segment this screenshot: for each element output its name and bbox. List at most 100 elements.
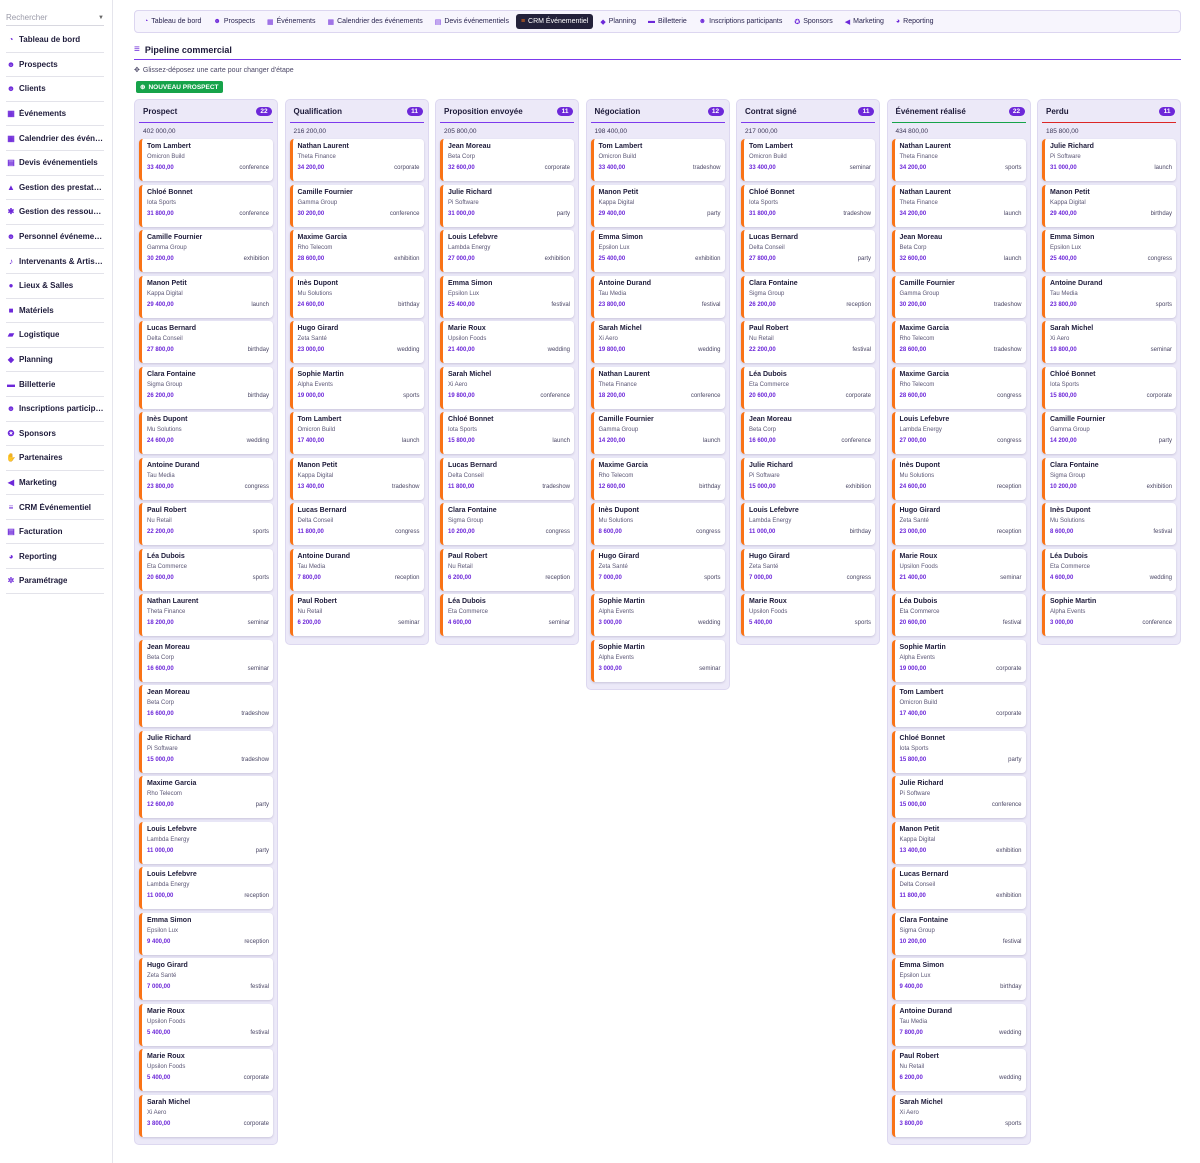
prospect-card[interactable]: Tom Lambert Omicron Build 17 400,00 launch xyxy=(289,412,424,454)
prospect-card[interactable]: Nathan Laurent Theta Finance 18 200,00 semi… xyxy=(139,594,273,636)
prospect-card[interactable]: Marie Roux Upsilon Foods 5 400,00 corporate xyxy=(139,1049,273,1091)
tab-tableau-de-bord[interactable]: ◔ Tableau de bord xyxy=(139,14,206,29)
prospect-card[interactable]: Hugo Girard Zeta Santé 7 000,00 sports xyxy=(590,548,725,591)
prospect-card[interactable]: Paul Robert Nu Retail 22 200,00 sports xyxy=(139,503,273,545)
prospect-card[interactable]: Jean Moreau Beta Corp 16 600,00 seminar xyxy=(139,639,273,682)
sidebar-item-crm-evenementiel[interactable]: ≡ CRM Événementiel xyxy=(6,495,104,520)
sidebar-item-clients[interactable]: ☻ Clients xyxy=(6,77,104,102)
tab-sponsors[interactable]: ✪ Sponsors xyxy=(789,14,837,29)
prospect-card[interactable]: Antoine Durand Tau Media 23 800,00 congress xyxy=(139,457,273,500)
prospect-card[interactable]: Léa Dubois Eta Commerce 20 600,00 festival xyxy=(891,594,1026,636)
prospect-card[interactable]: Clara Fontaine Sigma Group 26 200,00 birthd… xyxy=(139,366,273,409)
sidebar-item-sponsors[interactable]: ✪ Sponsors xyxy=(6,422,104,447)
sidebar-item-facturation[interactable]: ▤ Facturation xyxy=(6,520,104,545)
prospect-card[interactable]: Manon Petit Kappa Digital 29 400,00 birthda… xyxy=(1042,184,1176,227)
prospect-card[interactable]: Clara Fontaine Sigma Group 10 200,00 festiv… xyxy=(891,912,1026,955)
prospect-card[interactable]: Sophie Martin Alpha Events 3 000,00 seminar xyxy=(590,639,725,682)
prospect-card[interactable]: Chloé Bonnet Iota Sports 15 800,00 launch xyxy=(440,412,574,454)
sidebar-item-gestion-des-prestataires[interactable]: ▲ Gestion des prestataires xyxy=(6,176,104,201)
tab-marketing[interactable]: ◀ Marketing xyxy=(840,14,889,29)
sidebar-item-logistique[interactable]: ▰ Logistique xyxy=(6,323,104,348)
tab-calendrier-des-evenements[interactable]: ▦ Calendrier des événements xyxy=(323,14,428,29)
prospect-card[interactable]: Sarah Michel Xi Aero 19 800,00 seminar xyxy=(1042,321,1176,363)
prospect-card[interactable]: Clara Fontaine Sigma Group 10 200,00 exhibi… xyxy=(1042,457,1176,500)
prospect-card[interactable]: Hugo Girard Zeta Santé 7 000,00 festival xyxy=(139,958,273,1000)
prospect-card[interactable]: Paul Robert Nu Retail 6 200,00 wedding xyxy=(891,1049,1026,1091)
prospect-card[interactable]: Inès Dupont Mu Solutions 8 600,00 festival xyxy=(1042,503,1176,545)
sidebar-item-marketing[interactable]: ◀ Marketing xyxy=(6,471,104,496)
prospect-card[interactable]: Paul Robert Nu Retail 22 200,00 festival xyxy=(741,321,875,363)
prospect-card[interactable]: Marie Roux Upsilon Foods 5 400,00 sports xyxy=(741,594,875,636)
tab-prospects[interactable]: ☻ Prospects xyxy=(208,14,260,29)
tab-evenements[interactable]: ▦ Événements xyxy=(262,14,321,29)
prospect-card[interactable]: Nathan Laurent Theta Finance 18 200,00 conf… xyxy=(590,366,725,409)
sidebar-item-lieux-salles[interactable]: ● Lieux & Salles xyxy=(6,274,104,299)
sidebar-item-materiels[interactable]: ■ Matériels xyxy=(6,299,104,324)
prospect-card[interactable]: Léa Dubois Eta Commerce 4 600,00 wedding xyxy=(1042,548,1176,591)
prospect-card[interactable]: Paul Robert Nu Retail 6 200,00 seminar xyxy=(289,594,424,636)
prospect-card[interactable]: Emma Simon Epsilon Lux 9 400,00 birthday xyxy=(891,958,1026,1000)
prospect-card[interactable]: Hugo Girard Zeta Santé 23 000,00 wedding xyxy=(289,321,424,363)
prospect-card[interactable]: Tom Lambert Omicron Build 33 400,00 tradesh… xyxy=(590,139,725,181)
prospect-card[interactable]: Jean Moreau Beta Corp 16 600,00 conference xyxy=(741,412,875,454)
prospect-card[interactable]: Léa Dubois Eta Commerce 20 600,00 corporate xyxy=(741,366,875,409)
prospect-card[interactable]: Jean Moreau Beta Corp 32 600,00 launch xyxy=(891,230,1026,272)
new-prospect-button[interactable]: ⊕ NOUVEAU PROSPECT xyxy=(136,81,223,93)
sidebar-item-tableau-de-bord[interactable]: ◔ Tableau de bord xyxy=(6,28,104,53)
sidebar-item-evenements[interactable]: ▦ Événements xyxy=(6,102,104,127)
prospect-card[interactable]: Inès Dupont Mu Solutions 8 600,00 congress xyxy=(590,503,725,545)
prospect-card[interactable]: Antoine Durand Tau Media 7 800,00 wedding xyxy=(891,1003,1026,1046)
prospect-card[interactable]: Nathan Laurent Theta Finance 34 200,00 corp… xyxy=(289,139,424,181)
prospect-card[interactable]: Antoine Durand Tau Media 7 800,00 reception xyxy=(289,548,424,591)
prospect-card[interactable]: Inès Dupont Mu Solutions 24 600,00 receptio… xyxy=(891,457,1026,500)
sidebar-item-billetterie[interactable]: ▬ Billetterie xyxy=(6,372,104,397)
sidebar-item-personnel-evenementiel[interactable]: ☻ Personnel événementiel xyxy=(6,225,104,250)
prospect-card[interactable]: Léa Dubois Eta Commerce 4 600,00 seminar xyxy=(440,594,574,636)
prospect-card[interactable]: Louis Lefebvre Lambda Energy 27 000,00 exhi… xyxy=(440,230,574,272)
prospect-card[interactable]: Antoine Durand Tau Media 23 800,00 festival xyxy=(590,275,725,318)
prospect-card[interactable]: Sarah Michel Xi Aero 19 800,00 wedding xyxy=(590,321,725,363)
tab-devis-evenementiels[interactable]: ▤ Devis événementiels xyxy=(430,14,514,29)
sidebar-item-planning[interactable]: ◆ Planning xyxy=(6,348,104,373)
prospect-card[interactable]: Sophie Martin Alpha Events 19 000,00 sports xyxy=(289,366,424,409)
prospect-card[interactable]: Jean Moreau Beta Corp 32 600,00 corporate xyxy=(440,139,574,181)
prospect-card[interactable]: Tom Lambert Omicron Build 33 400,00 confere… xyxy=(139,139,273,181)
sidebar-item-partenaires[interactable]: ✋ Partenaires xyxy=(6,446,104,471)
prospect-card[interactable]: Julie Richard Pi Software 31 000,00 launch xyxy=(1042,139,1176,181)
prospect-card[interactable]: Chloé Bonnet Iota Sports 15 800,00 party xyxy=(891,730,1026,773)
prospect-card[interactable]: Manon Petit Kappa Digital 29 400,00 party xyxy=(590,184,725,227)
prospect-card[interactable]: Louis Lefebvre Lambda Energy 11 000,00 part… xyxy=(139,821,273,864)
prospect-card[interactable]: Maxime Garcia Rho Telecom 12 600,00 party xyxy=(139,776,273,818)
prospect-card[interactable]: Emma Simon Epsilon Lux 25 400,00 exhibition xyxy=(590,230,725,272)
prospect-card[interactable]: Chloé Bonnet Iota Sports 31 800,00 tradesho… xyxy=(741,184,875,227)
sidebar-item-inscriptions-participants[interactable]: ☻ Inscriptions participants xyxy=(6,397,104,422)
prospect-card[interactable]: Julie Richard Pi Software 15 000,00 confere… xyxy=(891,776,1026,818)
sidebar-item-parametrage[interactable]: ✲ Paramétrage xyxy=(6,569,104,594)
prospect-card[interactable]: Tom Lambert Omicron Build 17 400,00 corpora… xyxy=(891,685,1026,727)
tab-billetterie[interactable]: ▬ Billetterie xyxy=(643,14,692,29)
prospect-card[interactable]: Emma Simon Epsilon Lux 9 400,00 reception xyxy=(139,912,273,955)
prospect-card[interactable]: Louis Lefebvre Lambda Energy 27 000,00 cong… xyxy=(891,412,1026,454)
prospect-card[interactable]: Emma Simon Epsilon Lux 25 400,00 festival xyxy=(440,275,574,318)
prospect-card[interactable]: Hugo Girard Zeta Santé 7 000,00 congress xyxy=(741,548,875,591)
prospect-card[interactable]: Nathan Laurent Theta Finance 34 200,00 laun… xyxy=(891,184,1026,227)
prospect-card[interactable]: Sophie Martin Alpha Events 19 000,00 corpor… xyxy=(891,639,1026,682)
prospect-card[interactable]: Julie Richard Pi Software 15 000,00 tradesh… xyxy=(139,730,273,773)
prospect-card[interactable]: Manon Petit Kappa Digital 29 400,00 launch xyxy=(139,275,273,318)
prospect-card[interactable]: Sarah Michel Xi Aero 3 800,00 corporate xyxy=(139,1094,273,1137)
prospect-card[interactable]: Manon Petit Kappa Digital 13 400,00 exhibit… xyxy=(891,821,1026,864)
prospect-card[interactable]: Inès Dupont Mu Solutions 24 600,00 wedding xyxy=(139,412,273,454)
search-select[interactable]: Rechercher ▼ xyxy=(6,12,104,26)
prospect-card[interactable]: Sophie Martin Alpha Events 3 000,00 wedding xyxy=(590,594,725,636)
prospect-card[interactable]: Lucas Bernard Delta Conseil 11 800,00 exhib… xyxy=(891,867,1026,909)
prospect-card[interactable]: Sarah Michel Xi Aero 19 800,00 conference xyxy=(440,366,574,409)
sidebar-item-intervenants-artistes[interactable]: ♪ Intervenants & Artistes xyxy=(6,249,104,274)
prospect-card[interactable]: Julie Richard Pi Software 15 000,00 exhibit… xyxy=(741,457,875,500)
tab-crm-evenementiel[interactable]: ≡ CRM Événementiel xyxy=(515,14,594,29)
prospect-card[interactable]: Emma Simon Epsilon Lux 25 400,00 congress xyxy=(1042,230,1176,272)
prospect-card[interactable]: Jean Moreau Beta Corp 16 600,00 tradeshow xyxy=(139,685,273,727)
prospect-card[interactable]: Lucas Bernard Delta Conseil 11 800,00 trade… xyxy=(440,457,574,500)
tab-planning[interactable]: ◆ Planning xyxy=(595,14,641,29)
prospect-card[interactable]: Hugo Girard Zeta Santé 23 000,00 reception xyxy=(891,503,1026,545)
prospect-card[interactable]: Marie Roux Upsilon Foods 21 400,00 seminar xyxy=(891,548,1026,591)
